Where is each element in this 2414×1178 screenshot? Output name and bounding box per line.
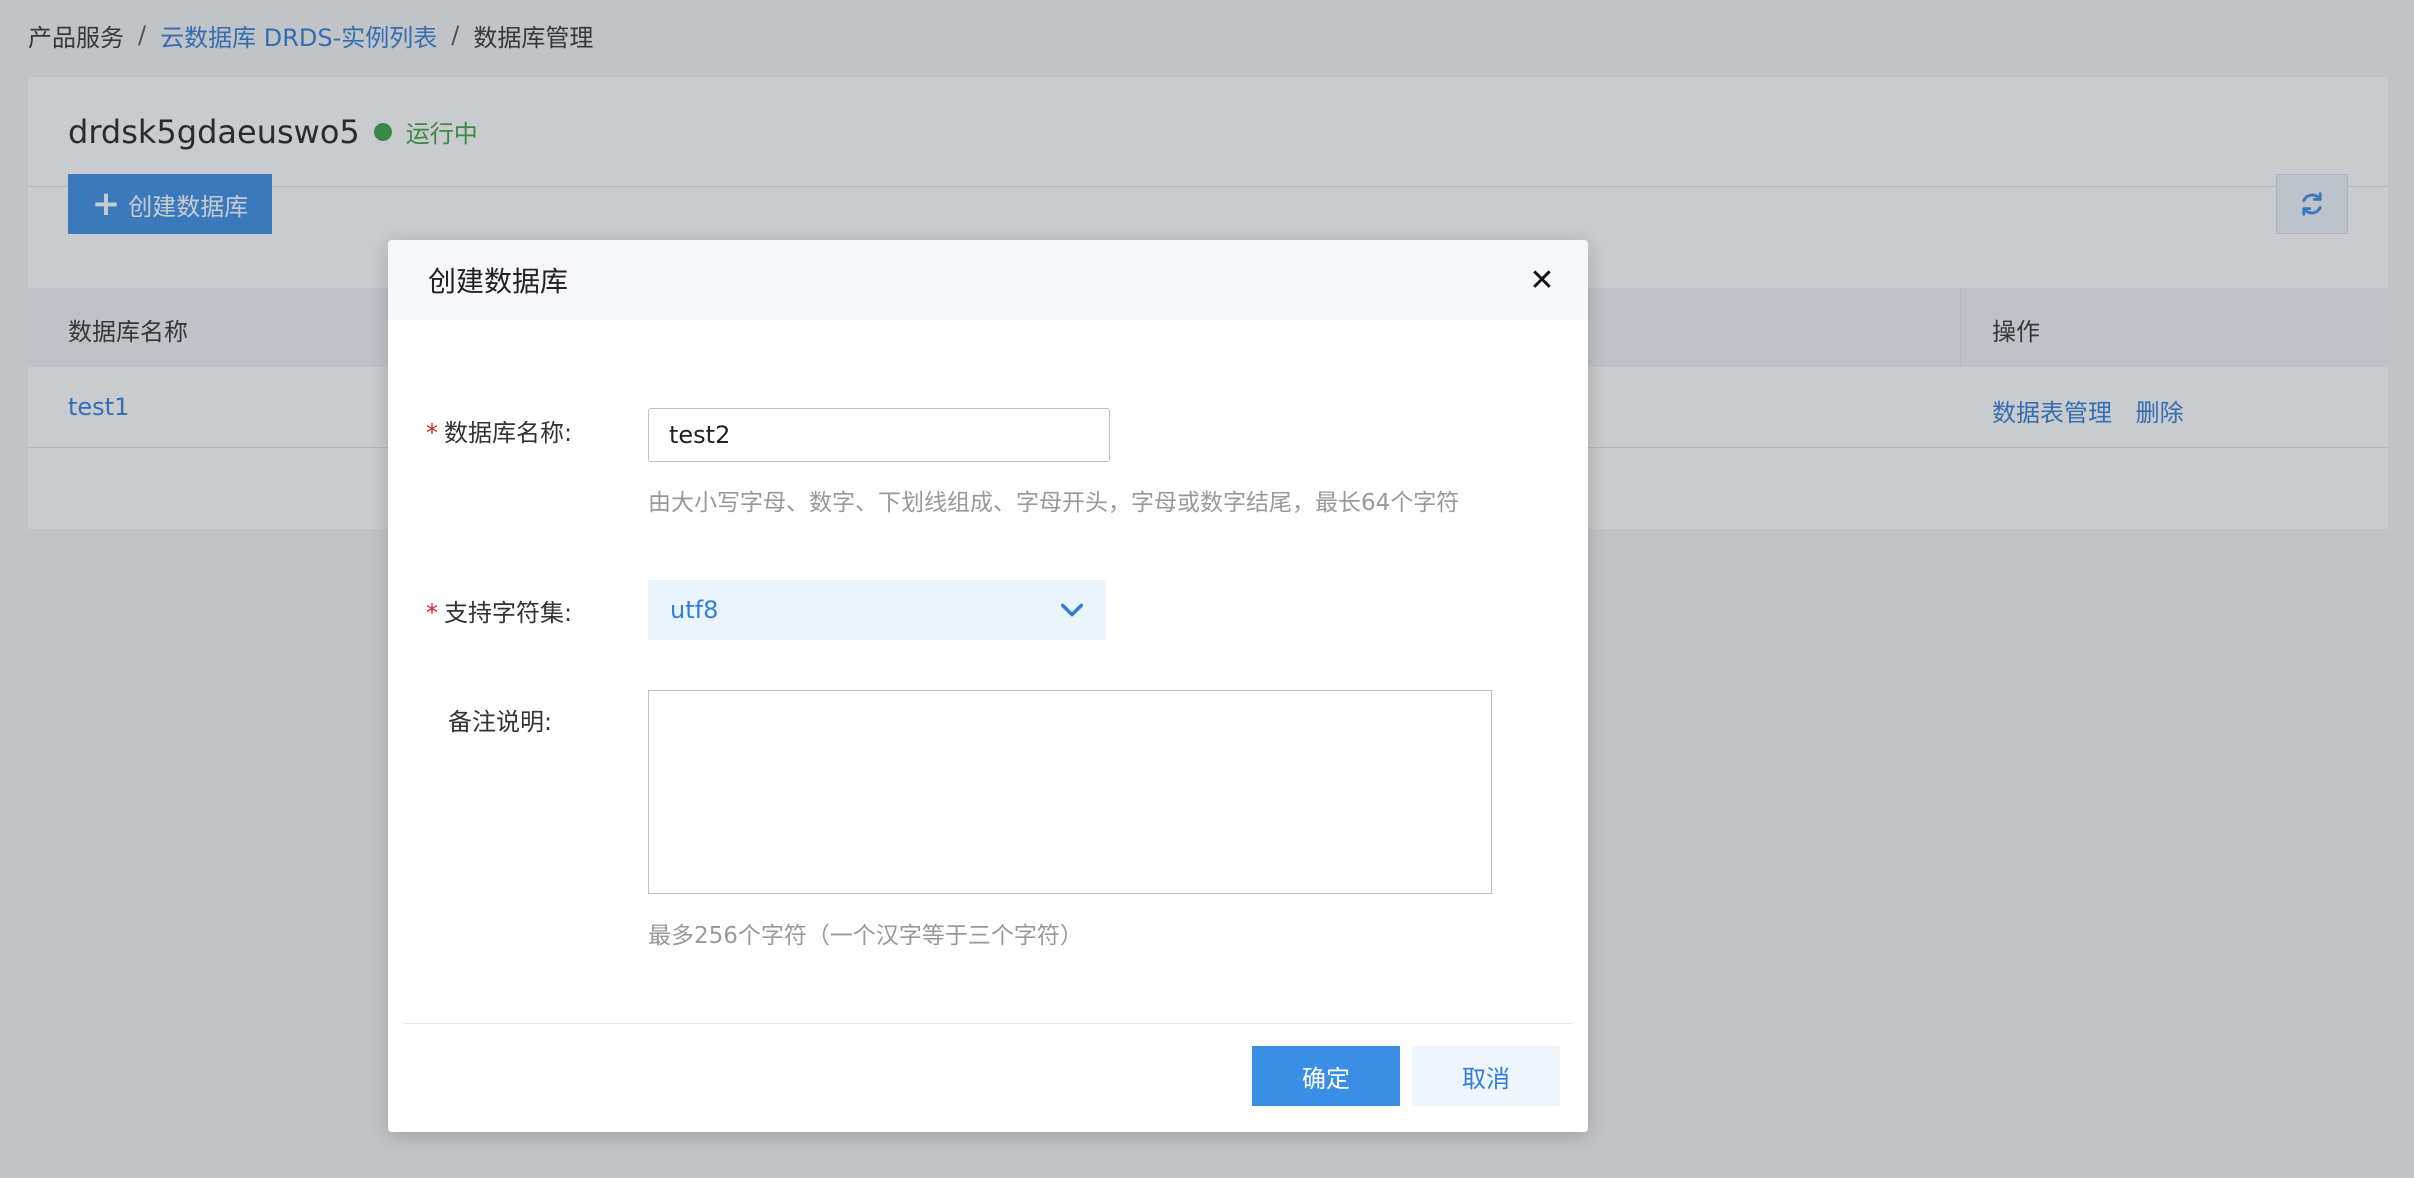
charset-select[interactable]: utf8 [648, 580, 1106, 640]
database-name-label: * 数据库名称: [426, 413, 572, 448]
remark-label: 备注说明: [448, 708, 553, 736]
remark-hint: 最多256个字符（一个汉字等于三个字符） [648, 923, 1083, 949]
dialog-title: 创建数据库 [428, 265, 569, 298]
confirm-button[interactable]: 确定 [1252, 1046, 1400, 1106]
chevron-down-icon [1060, 603, 1084, 617]
charset-label: * 支持字符集: [426, 593, 572, 628]
database-name-label-text: 数据库名称: [444, 419, 573, 447]
dialog-header: 创建数据库 ✕ [388, 240, 1588, 320]
required-mark: * [426, 599, 438, 627]
cancel-button[interactable]: 取消 [1412, 1046, 1560, 1106]
required-mark: * [426, 419, 438, 447]
database-name-input[interactable] [648, 408, 1110, 462]
remark-textarea[interactable] [648, 690, 1492, 894]
footer-divider [404, 1023, 1572, 1024]
close-icon[interactable]: ✕ [1524, 262, 1560, 298]
charset-selected-value: utf8 [670, 596, 719, 624]
charset-label-text: 支持字符集: [444, 599, 573, 627]
database-name-hint: 由大小写字母、数字、下划线组成、字母开头，字母或数字结尾，最长64个字符 [648, 490, 1460, 516]
create-database-dialog: 创建数据库 ✕ *数据库名称: 由大小写字母、数字、下划线组成、字母开头，字母或… [388, 240, 1588, 1132]
